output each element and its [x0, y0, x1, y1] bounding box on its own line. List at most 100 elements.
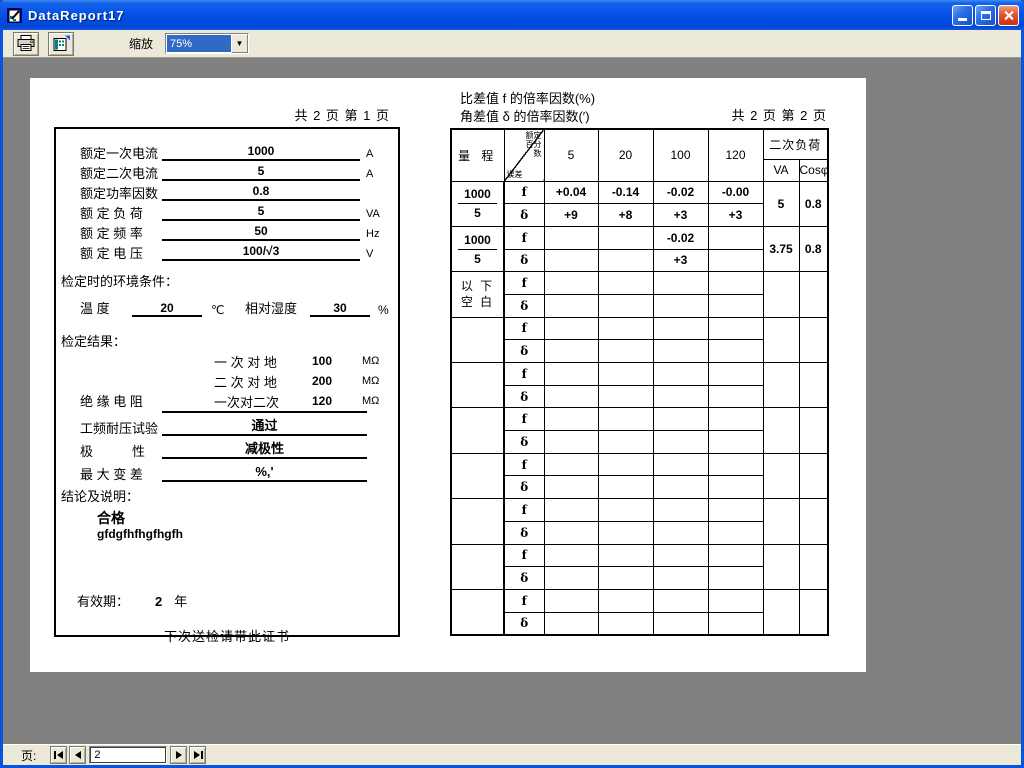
delta-value: +9: [544, 204, 598, 227]
report-paper: 共 2 页 第 1 页 额定一次电流1000A额定二次电流5A额定功率因数0.8…: [30, 78, 866, 672]
export-icon: [52, 35, 71, 52]
rated-field-row: 额 定 频 率50Hz: [56, 221, 398, 241]
cos-value: [799, 453, 828, 498]
datareport-window: DataReport17: [0, 0, 1024, 768]
va-value: 5: [763, 181, 799, 226]
delta-row-label: δ: [504, 340, 544, 363]
withstand-value: 通过: [162, 418, 367, 436]
insulation-value: 120: [294, 394, 350, 408]
f-value: [544, 499, 598, 522]
insulation-value: 200: [294, 374, 350, 388]
f-value: [598, 589, 653, 612]
field-unit: A: [366, 167, 373, 181]
f-value: [598, 499, 653, 522]
next-page-button[interactable]: [170, 746, 187, 764]
delta-value: [598, 340, 653, 363]
range-primary: 1000: [458, 232, 498, 250]
last-page-icon: [193, 751, 203, 759]
minimize-button[interactable]: [952, 5, 973, 26]
f-row-label: f: [504, 408, 544, 431]
report-preview-area[interactable]: 共 2 页 第 1 页 额定一次电流1000A额定二次电流5A额定功率因数0.8…: [3, 58, 1021, 744]
f-row-label: f: [504, 363, 544, 386]
delta-row-label: δ: [504, 612, 544, 635]
polarity-row: 极 性 减极性: [56, 436, 398, 459]
chevron-down-icon[interactable]: ▼: [231, 34, 248, 53]
va-value: 3.75: [763, 226, 799, 271]
f-value: [708, 272, 763, 295]
delta-value: [708, 476, 763, 499]
f-value: [708, 363, 763, 386]
humidity-value: 30: [310, 301, 370, 317]
insulation-name: 二 次 对 地: [214, 372, 294, 391]
field-unit: Hz: [366, 227, 379, 241]
delta-row-label: δ: [504, 204, 544, 227]
range-cell: [451, 499, 504, 544]
delta-value: +3: [653, 249, 708, 272]
f-value: [544, 272, 598, 295]
range-inner: 以 下空 白: [452, 272, 503, 316]
f-value: [544, 589, 598, 612]
delta-value: [598, 385, 653, 408]
window-title: DataReport17: [28, 8, 952, 23]
f-value: [544, 317, 598, 340]
f-value: [598, 408, 653, 431]
field-value: 0.8: [162, 184, 360, 201]
rated-field-row: 额定一次电流1000A: [56, 141, 398, 161]
insulation-unit: MΩ: [362, 395, 379, 407]
insulation-unit: MΩ: [362, 375, 379, 387]
f-value: [653, 589, 708, 612]
rated-field-row: 额 定 电 压100/√3V: [56, 241, 398, 261]
va-header: VA: [763, 159, 799, 181]
first-page-button[interactable]: [50, 746, 67, 764]
f-value: [544, 226, 598, 249]
rated-field-row: 额定功率因数0.8: [56, 181, 398, 201]
insulation-name: 一次对二次: [214, 392, 294, 411]
previous-page-button[interactable]: [69, 746, 86, 764]
maximize-button[interactable]: [975, 5, 996, 26]
delta-value: [653, 476, 708, 499]
f-row-label: f: [504, 453, 544, 476]
field-value: 1000: [162, 144, 360, 161]
f-value: [598, 544, 653, 567]
f-value: [653, 499, 708, 522]
insulation-name: 一 次 对 地: [214, 352, 294, 371]
delta-value: [598, 567, 653, 590]
f-value: [708, 589, 763, 612]
range-cell: 以 下空 白: [451, 272, 504, 317]
delta-value: [653, 340, 708, 363]
printer-icon: [17, 35, 35, 52]
export-button[interactable]: [48, 32, 74, 56]
insulation-row: 一 次 对 地100MΩ: [56, 351, 398, 371]
range-note-line: 以 下: [461, 278, 494, 294]
page-number-input[interactable]: [89, 746, 167, 764]
title-bar[interactable]: DataReport17: [0, 0, 1024, 30]
page2-indicator: 共 2 页 第 2 页: [627, 105, 827, 124]
delta-value: [708, 385, 763, 408]
delta-value: [708, 612, 763, 635]
range-secondary: 5: [474, 250, 481, 267]
validity-row: 有效期： 2 年: [56, 591, 398, 610]
conclusion-lines: 合格gfdgfhfhgfhgfh: [56, 508, 398, 544]
delta-value: [544, 294, 598, 317]
page1-indicator: 共 2 页 第 1 页: [190, 105, 390, 124]
cos-value: [799, 499, 828, 544]
last-page-button[interactable]: [189, 746, 206, 764]
f-value: [598, 363, 653, 386]
zoom-dropdown[interactable]: 75% ▼: [165, 33, 249, 54]
delta-value: [708, 431, 763, 454]
f-row-label: f: [504, 589, 544, 612]
f-value: [544, 453, 598, 476]
humidity-unit: %: [378, 303, 389, 317]
field-label: 额 定 电 压: [80, 246, 162, 261]
f-value: [598, 317, 653, 340]
f-value: [544, 363, 598, 386]
close-button[interactable]: [998, 5, 1019, 26]
field-value: 5: [162, 204, 360, 221]
corner-top-label: 额定百分数: [526, 131, 542, 158]
va-value: [763, 317, 799, 362]
environment-row: 温 度 20 ℃ 相对湿度 30 %: [56, 295, 398, 317]
delta-value: [708, 294, 763, 317]
maximize-icon: [981, 11, 991, 20]
print-button[interactable]: [13, 32, 39, 56]
delta-value: [598, 249, 653, 272]
